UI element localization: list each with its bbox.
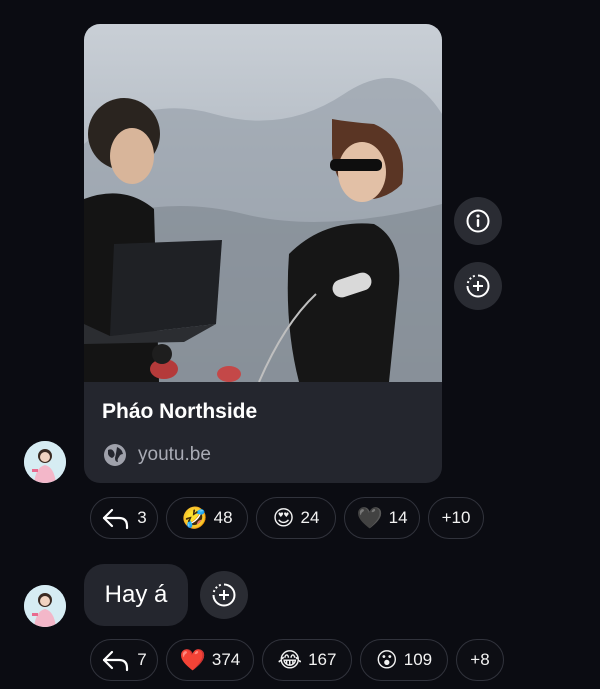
link-domain-text: youtu.be (138, 444, 211, 465)
avatar[interactable] (24, 585, 66, 627)
reaction-count: 374 (211, 650, 241, 669)
add-reaction-icon (212, 583, 236, 607)
reaction-pill[interactable]: 🤣 48 (166, 497, 248, 539)
reaction-pill[interactable]: 🖤 14 (344, 497, 420, 539)
message-bubble[interactable]: Hay á (84, 564, 188, 626)
reply-count: 3 (137, 508, 147, 527)
message-text: Hay á (104, 581, 168, 608)
reaction-count: 14 (388, 508, 408, 527)
avatar[interactable] (24, 441, 66, 483)
info-button[interactable] (454, 197, 502, 245)
info-icon (466, 209, 490, 233)
reply-count-pill[interactable]: 7 (90, 639, 158, 681)
globe-icon (104, 444, 126, 466)
red-heart-emoji: ❤️ (179, 647, 206, 672)
chat-thread: Pháo Northside youtu.be 3 🤣 48 😍 24 🖤 14… (0, 0, 600, 689)
more-reactions-count: +8 (470, 650, 490, 669)
reply-count-pill[interactable]: 3 (90, 497, 158, 539)
reply-count: 7 (137, 650, 147, 669)
joy-emoji: 😂 (277, 647, 303, 672)
reaction-count: 109 (403, 650, 433, 669)
reaction-count: 24 (300, 508, 320, 527)
add-reaction-button[interactable] (200, 571, 248, 619)
link-domain[interactable]: youtu.be (102, 442, 211, 468)
reaction-count: 167 (308, 650, 337, 669)
add-reaction-icon (466, 274, 490, 298)
surprised-emoji: 😮 (375, 647, 398, 672)
reply-icon (103, 508, 129, 530)
link-preview-card[interactable]: Pháo Northside youtu.be (84, 24, 442, 483)
link-preview-thumbnail (84, 24, 442, 382)
reaction-pill[interactable]: 😍 24 (256, 497, 336, 539)
reaction-pill[interactable]: ❤️ 374 (166, 639, 254, 681)
avatar-image (24, 585, 66, 627)
reaction-pill[interactable]: 😮 109 (360, 639, 448, 681)
reply-icon (103, 650, 129, 672)
avatar-image (24, 441, 66, 483)
more-reactions-count: +10 (441, 508, 471, 527)
reaction-pill[interactable]: 😂 167 (262, 639, 352, 681)
more-reactions-pill[interactable]: +10 (428, 497, 484, 539)
add-reaction-button[interactable] (454, 262, 502, 310)
link-title[interactable]: Pháo Northside (102, 400, 257, 424)
reaction-count: 48 (213, 508, 233, 527)
rofl-emoji: 🤣 (181, 505, 208, 530)
black-heart-emoji: 🖤 (356, 505, 383, 530)
more-reactions-pill[interactable]: +8 (456, 639, 504, 681)
heart-eyes-emoji: 😍 (272, 505, 295, 530)
